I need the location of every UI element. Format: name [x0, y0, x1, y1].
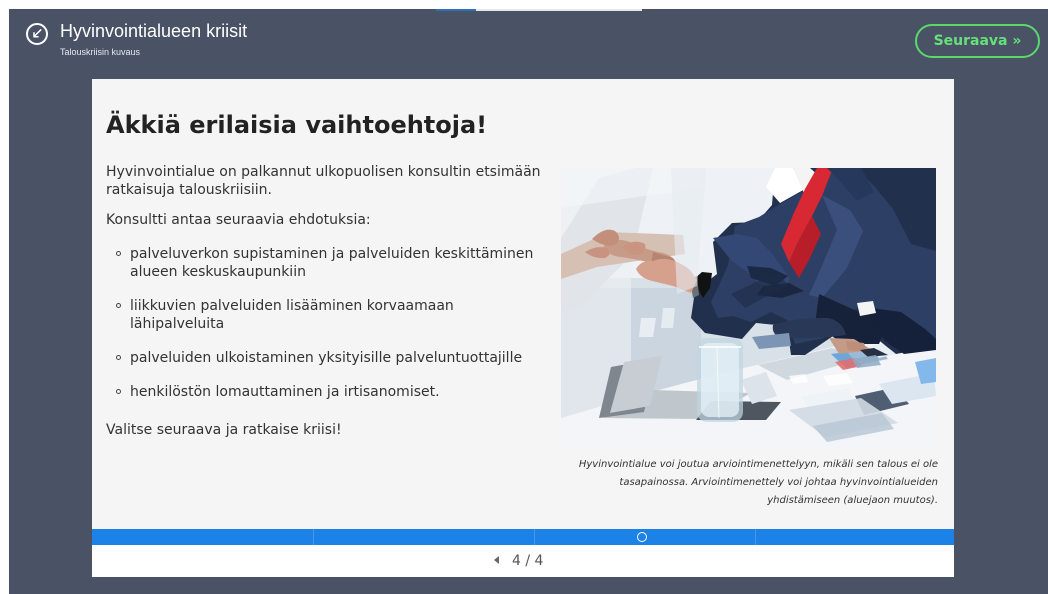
intro-text: Hyvinvointialue on palkannut ulkopuolise…	[106, 164, 541, 198]
list-item: henkilöstön lomauttaminen ja irtisanomis…	[106, 383, 546, 401]
page-subtitle: Talouskriisin kuvaus	[60, 47, 141, 57]
bullet-icon	[116, 251, 121, 256]
progress-marker-icon[interactable]	[637, 532, 647, 542]
bullet-icon	[116, 303, 121, 308]
slide-heading: Äkkiä erilaisia vaihtoehtoja!	[106, 111, 488, 139]
consultant-photo-illustration	[561, 168, 936, 449]
slide-card: Äkkiä erilaisia vaihtoehtoja! Hyvinvoint…	[92, 79, 954, 577]
page-indicator: 4 / 4	[512, 553, 544, 569]
slide-text-block: Hyvinvointialue on palkannut ulkopuolise…	[106, 163, 546, 439]
back-icon	[33, 29, 42, 38]
progress-divider-1	[313, 529, 314, 545]
header: Hyvinvointialueen kriisit Talouskriisin …	[9, 9, 1048, 73]
previous-arrow-icon[interactable]	[494, 556, 499, 564]
consultant-photo	[561, 168, 936, 449]
bullet-icon	[116, 355, 121, 360]
option-text: henkilöstön lomauttaminen ja irtisanomis…	[130, 384, 440, 400]
option-text: palveluiden ulkoistaminen yksityisille p…	[130, 350, 523, 366]
image-caption: Hyvinvointialue voi joutua arviointimene…	[578, 459, 938, 506]
next-button[interactable]: Seuraava »	[915, 24, 1040, 58]
bullet-icon	[116, 389, 121, 394]
progress-divider-3	[755, 529, 756, 545]
slide-content: Äkkiä erilaisia vaihtoehtoja! Hyvinvoint…	[92, 79, 954, 529]
page-title: Hyvinvointialueen kriisit	[60, 21, 248, 41]
progress-divider-2	[534, 529, 535, 545]
option-text: liikkuvien palveluiden lisääminen korvaa…	[130, 298, 454, 332]
options-list: palveluverkon supistaminen ja palveluide…	[106, 245, 546, 401]
progress-bar	[92, 529, 954, 545]
outro-text: Valitse seuraava ja ratkaise kriisi!	[106, 422, 342, 438]
option-text: palveluverkon supistaminen ja palveluide…	[130, 246, 534, 280]
list-item: palveluverkon supistaminen ja palveluide…	[106, 245, 546, 281]
list-item: liikkuvien palveluiden lisääminen korvaa…	[106, 297, 546, 333]
slide-footer: 4 / 4	[92, 545, 954, 577]
prompt-text: Konsultti antaa seuraavia ehdotuksia:	[106, 212, 371, 228]
app-shell: Hyvinvointialueen kriisit Talouskriisin …	[9, 9, 1048, 594]
back-button[interactable]	[26, 23, 48, 45]
list-item: palveluiden ulkoistaminen yksityisille p…	[106, 349, 546, 367]
